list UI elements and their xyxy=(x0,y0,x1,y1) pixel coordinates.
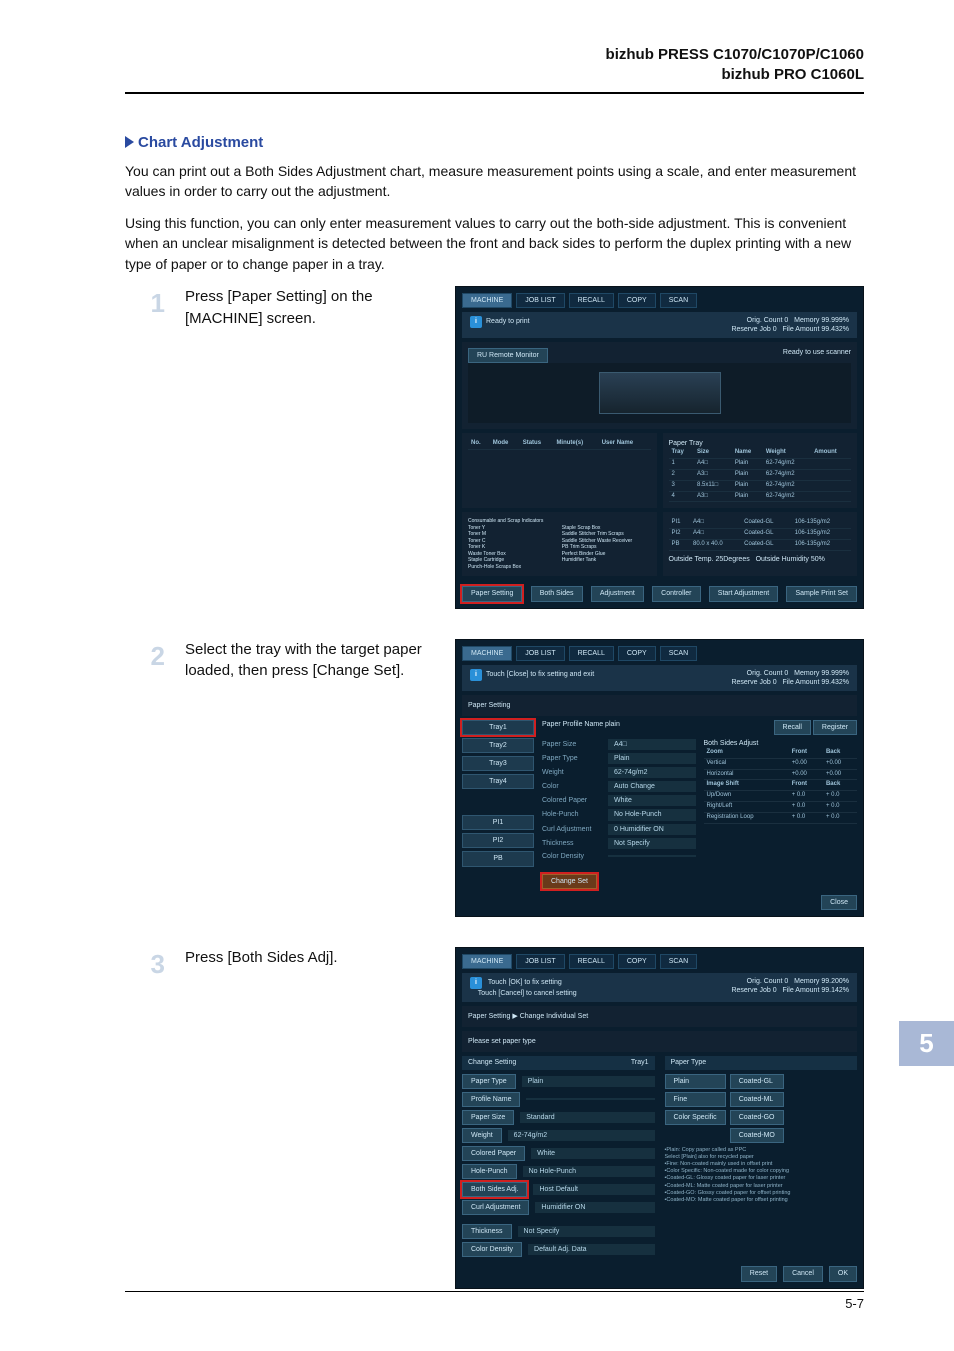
product-line-2: bizhub PRO C1060L xyxy=(125,65,864,85)
step-text: Press [Paper Setting] on the [MACHINE] s… xyxy=(185,286,435,330)
paragraph-2: Using this function, you can only enter … xyxy=(125,213,864,274)
page-number: 5-7 xyxy=(845,1296,864,1311)
status-text: Ready to print xyxy=(486,318,530,325)
tab-machine[interactable]: MACHINE xyxy=(462,954,512,969)
recall-button[interactable]: Recall xyxy=(774,720,811,735)
both-sides-button[interactable]: Both Sides xyxy=(531,586,583,601)
hole-punch-button[interactable]: Hole-Punch xyxy=(462,1164,517,1179)
ok-button[interactable]: OK xyxy=(829,1266,857,1281)
paper-size-button[interactable]: Paper Size xyxy=(462,1110,514,1125)
remote-monitor[interactable]: RU Remote Monitor xyxy=(468,348,548,363)
breadcrumb: Paper Setting xyxy=(462,695,857,716)
both-sides-table: ZoomFrontBack Vertical+0.00+0.00 Horizon… xyxy=(704,748,858,824)
pi1-button[interactable]: PI1 xyxy=(462,815,534,830)
cancel-button[interactable]: Cancel xyxy=(783,1266,823,1281)
device-diagram xyxy=(468,363,851,423)
coated-gl-button[interactable]: Coated-GL xyxy=(730,1074,784,1089)
instruction: Please set paper type xyxy=(462,1031,857,1052)
tab-copy[interactable]: COPY xyxy=(618,954,656,969)
tray3-button[interactable]: Tray3 xyxy=(462,756,534,771)
paper-type-notes: •Plain: Copy paper called as PPC Select … xyxy=(665,1147,858,1204)
tab-copy[interactable]: COPY xyxy=(618,646,656,661)
tab-copy[interactable]: COPY xyxy=(618,293,656,308)
colored-paper-button[interactable]: Colored Paper xyxy=(462,1146,525,1161)
job-mode-table: No.ModeStatusMinute(s)User Name xyxy=(468,439,651,450)
tab-scan[interactable]: SCAN xyxy=(660,954,697,969)
product-header: bizhub PRESS C1070/C1070P/C1060 bizhub P… xyxy=(125,45,864,86)
coated-go-button[interactable]: Coated-GO xyxy=(730,1110,784,1125)
both-sides-adjust-header: Both Sides Adjust xyxy=(704,739,858,748)
start-adj-button[interactable]: Start Adjustment xyxy=(709,586,778,601)
sample-print-button[interactable]: Sample Print Set xyxy=(786,586,857,601)
curl-adj-button[interactable]: Curl Adjustment xyxy=(462,1200,529,1215)
machine-screen: MACHINE JOB LIST RECALL COPY SCAN i Ready… xyxy=(455,286,864,609)
close-button[interactable]: Close xyxy=(821,895,857,910)
adjustment-button[interactable]: Adjustment xyxy=(591,586,644,601)
coated-mo-button[interactable]: Coated-MO xyxy=(730,1128,784,1143)
tray-col-hdr: Tray1 xyxy=(631,1058,649,1067)
tab-recall[interactable]: RECALL xyxy=(569,646,614,661)
paper-setting-button[interactable]: Paper Setting xyxy=(462,586,522,601)
tab-machine[interactable]: MACHINE xyxy=(462,293,512,308)
ready-scanner: Ready to use scanner xyxy=(783,348,851,363)
step-text: Select the tray with the target paper lo… xyxy=(185,639,435,683)
change-individual-set-screen: MACHINE JOB LIST RECALL COPY SCAN i Touc… xyxy=(455,947,864,1289)
both-sides-adj-button[interactable]: Both Sides Adj. xyxy=(462,1182,527,1197)
info-icon: i xyxy=(470,316,482,328)
change-set-button[interactable]: Change Set xyxy=(542,874,597,889)
step-2-row: 2 Select the tray with the target paper … xyxy=(125,639,864,918)
profile-name-button[interactable]: Profile Name xyxy=(462,1092,520,1107)
paper-type-button[interactable]: Paper Type xyxy=(462,1074,516,1089)
tab-recall[interactable]: RECALL xyxy=(569,293,614,308)
tab-scan[interactable]: SCAN xyxy=(660,293,697,308)
color-density-button[interactable]: Color Density xyxy=(462,1242,522,1257)
weight-button[interactable]: Weight xyxy=(462,1128,502,1143)
change-setting-hdr: Change Setting xyxy=(468,1058,516,1067)
tray-table: TraySizeNameWeightAmount 1A4□Plain62-74g… xyxy=(669,448,852,502)
header-rule xyxy=(125,92,864,94)
pi2-button[interactable]: PI2 xyxy=(462,833,534,848)
tray1-button[interactable]: Tray1 xyxy=(462,720,534,735)
reset-button[interactable]: Reset xyxy=(741,1266,777,1281)
paper-tray-header: Paper Tray xyxy=(669,439,852,448)
tab-joblist[interactable]: JOB LIST xyxy=(516,293,564,308)
pi-table: PI1A4□Coated-GL106-135g/m2 PI2A4□Coated-… xyxy=(669,518,852,550)
tab-machine[interactable]: MACHINE xyxy=(462,646,512,661)
register-button[interactable]: Register xyxy=(813,720,857,735)
step-number: 3 xyxy=(125,947,165,980)
product-line-1: bizhub PRESS C1070/C1070P/C1060 xyxy=(125,45,864,65)
tray-selector: Tray1 Tray2 Tray3 Tray4 PI1 PI2 PB xyxy=(462,720,534,889)
fine-button[interactable]: Fine xyxy=(665,1092,726,1107)
step-text: Press [Both Sides Adj]. xyxy=(185,947,435,969)
step-1-row: 1 Press [Paper Setting] on the [MACHINE]… xyxy=(125,286,864,609)
step-number: 1 xyxy=(125,286,165,319)
color-specific-button[interactable]: Color Specific xyxy=(665,1110,726,1125)
paper-type-hdr: Paper Type xyxy=(665,1056,858,1069)
tab-recall[interactable]: RECALL xyxy=(569,954,614,969)
status-line1: Touch [OK] to fix setting xyxy=(488,979,562,986)
status-text: Touch [Close] to fix setting and exit xyxy=(486,671,594,678)
section-title: Chart Adjustment xyxy=(125,134,864,151)
triangle-icon xyxy=(125,136,134,148)
info-icon: i xyxy=(470,669,482,681)
tab-joblist[interactable]: JOB LIST xyxy=(516,646,564,661)
tray4-button[interactable]: Tray4 xyxy=(462,774,534,789)
page-footer: 5-7 xyxy=(0,1291,954,1311)
breadcrumb: Paper Setting ▶ Change Individual Set xyxy=(462,1006,857,1027)
plain-button[interactable]: Plain xyxy=(665,1074,726,1089)
paper-setting-screen: MACHINE JOB LIST RECALL COPY SCAN i Touch… xyxy=(455,639,864,918)
status-line2: Touch [Cancel] to cancel setting xyxy=(478,990,577,997)
tab-joblist[interactable]: JOB LIST xyxy=(516,954,564,969)
paragraph-1: You can print out a Both Sides Adjustmen… xyxy=(125,161,864,202)
info-icon: i xyxy=(470,977,482,989)
step-number: 2 xyxy=(125,639,165,672)
tray2-button[interactable]: Tray2 xyxy=(462,738,534,753)
chapter-tab: 5 xyxy=(899,1021,954,1066)
pb-button[interactable]: PB xyxy=(462,851,534,866)
coated-ml-button[interactable]: Coated-ML xyxy=(730,1092,784,1107)
tab-scan[interactable]: SCAN xyxy=(660,646,697,661)
step-3-row: 3 Press [Both Sides Adj]. MACHINE JOB LI… xyxy=(125,947,864,1289)
thickness-button[interactable]: Thickness xyxy=(462,1224,512,1239)
controller-button[interactable]: Controller xyxy=(652,586,700,601)
